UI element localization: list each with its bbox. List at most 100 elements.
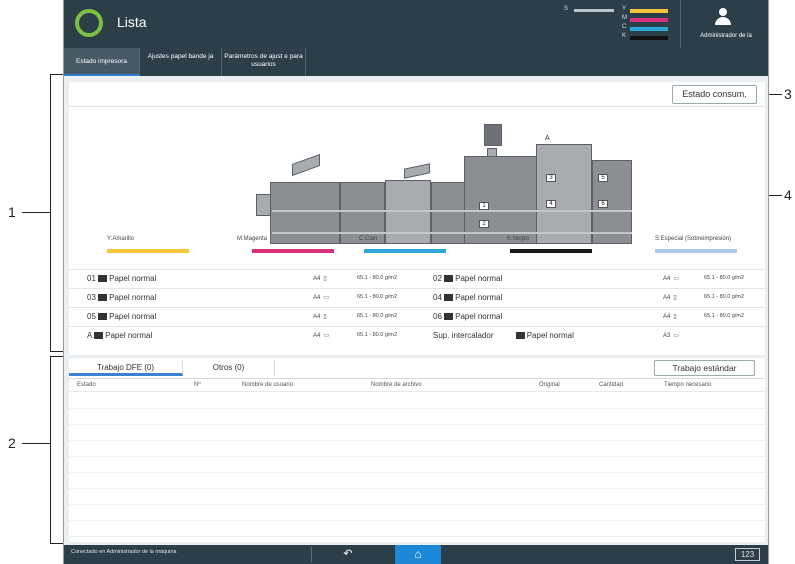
- paper-type-icon: [98, 313, 108, 320]
- paper-orientation-icon: ▯: [673, 314, 677, 320]
- tray-size: A4 ▯: [663, 295, 677, 301]
- paper-orientation-icon: ▭: [323, 333, 330, 339]
- col-tiempo-necesario[interactable]: Tiempo necesario: [664, 382, 711, 388]
- user-name[interactable]: Administrador de la: [684, 33, 768, 39]
- trabajo-estandar-button[interactable]: Trabajo estándar: [654, 360, 755, 376]
- tab-ajustes-papel[interactable]: Ajustes papel bande ja: [140, 48, 222, 76]
- tray-weight: 65.1 - 80.0 g/m2: [357, 332, 398, 338]
- job-row-empty: [69, 409, 765, 425]
- tray-table: 01 Papel normal A4 ▯ 65.1 - 80.0 g/m2 02 Pap…: [69, 269, 765, 345]
- tray-weight: 65.1 - 80.0 g/m2: [704, 294, 745, 300]
- tray-weight: 65.1 - 80.0 g/m2: [704, 313, 745, 319]
- col-estado[interactable]: Estado: [77, 382, 96, 388]
- toner-y-legend: Y:Amarillo: [107, 236, 135, 242]
- keypad-button[interactable]: 123: [735, 548, 760, 561]
- toner-k-legend-bar: [510, 249, 592, 253]
- paper-orientation-icon: ▭: [673, 333, 680, 339]
- tab-trabajo-dfe[interactable]: Trabajo DFE (0): [69, 360, 183, 376]
- job-row-empty: [69, 473, 765, 489]
- job-row-empty: [69, 505, 765, 521]
- tray-weight: 65.1 - 80.0 g/m2: [357, 275, 398, 281]
- printer-module-2: [340, 182, 385, 244]
- tray-paper: Papel normal: [109, 274, 157, 283]
- tray-name[interactable]: Sup. intercalador Papel normal: [433, 331, 574, 340]
- app-title: Lista: [117, 14, 147, 30]
- printer-main-engine: [464, 156, 540, 244]
- device-screen: Lista S Y M C K Administrador de la Esta…: [63, 0, 769, 564]
- tray-weight: 65.1 - 80.0 g/m2: [357, 313, 398, 319]
- tray-name[interactable]: 05 Papel normal: [87, 312, 156, 321]
- tray-name[interactable]: 01 Papel normal: [87, 274, 156, 283]
- tray-name[interactable]: 03 Papel normal: [87, 293, 156, 302]
- paper-type-icon: [94, 332, 104, 339]
- tray-name[interactable]: 04 Papel normal: [433, 293, 502, 302]
- callout-2-leader: [22, 443, 50, 444]
- tray-size: A4 ▭: [313, 295, 330, 301]
- tab-otros[interactable]: Otros (0): [183, 360, 275, 376]
- job-row-empty: [69, 521, 765, 537]
- job-table-header: Estado Nº Nombre de usuario Nombre de ar…: [69, 378, 765, 392]
- printer-illustration[interactable]: A 1 2 3 4 5 6: [254, 124, 634, 249]
- tray-name[interactable]: 02 Papel normal: [433, 274, 502, 283]
- callout-2: 2: [8, 435, 16, 451]
- col-nombre-usuario[interactable]: Nombre de usuario: [242, 382, 293, 388]
- tray-size: A4 ▭: [663, 276, 680, 282]
- home-icon[interactable]: ⌂: [395, 545, 441, 564]
- tray-size: A4 ▯: [313, 314, 327, 320]
- tray-id: Sup. intercalador: [433, 331, 494, 340]
- paper-orientation-icon: ▭: [673, 276, 680, 282]
- job-row-empty: [69, 457, 765, 473]
- divider: [69, 106, 765, 107]
- tray-row: A Papel normal A4 ▭ 65.1 - 80.0 g/m2 Sup. in…: [69, 326, 765, 345]
- tab-parametros-ajuste[interactable]: Parámetros de ajust e para usuarios: [222, 48, 306, 76]
- tray-paper: Papel normal: [109, 293, 157, 302]
- tray-id: 05: [87, 312, 96, 321]
- tray-name[interactable]: 06 Papel normal: [433, 312, 502, 321]
- col-numero[interactable]: Nº: [194, 382, 201, 388]
- col-original[interactable]: Original: [539, 382, 560, 388]
- printer-tray-unit: [536, 144, 592, 244]
- callout-1: 1: [8, 204, 16, 220]
- header-divider: [680, 0, 681, 48]
- paper-type-icon: [444, 313, 454, 320]
- figure-stage: 1 2 3 4 Lista S Y M C K Administrador de…: [0, 0, 795, 564]
- col-cantidad[interactable]: Cantidad: [599, 382, 623, 388]
- estado-consumibles-button[interactable]: Estado consum.: [672, 85, 757, 104]
- toner-c-bar: [630, 27, 668, 31]
- toner-row-k: K: [564, 33, 684, 43]
- tray-a-label: A: [545, 135, 550, 142]
- toner-m-legend: M:Magenta: [237, 236, 268, 242]
- col-nombre-archivo[interactable]: Nombre de archivo: [371, 382, 422, 388]
- printer-status-panel: Estado consum. A 1 2 3 4 5 6 Y:Amarillo …: [69, 82, 765, 355]
- tray-weight: 65.1 - 80.0 g/m2: [357, 294, 398, 300]
- paper-orientation-icon: ▯: [323, 276, 327, 282]
- toner-c-legend: C:Cian: [359, 236, 378, 242]
- tab-estado-impresora[interactable]: Estado impresora: [64, 48, 140, 76]
- tray-paper: Papel normal: [455, 293, 503, 302]
- user-icon[interactable]: [715, 8, 731, 26]
- tray-row: 03 Papel normal A4 ▭ 65.1 - 80.0 g/m2 04 Pap…: [69, 288, 765, 307]
- printer-stripe: [272, 210, 632, 212]
- callout-2-bracket: [50, 356, 51, 543]
- tray-name[interactable]: A Papel normal: [87, 331, 152, 340]
- toner-m-legend-bar: [252, 249, 334, 253]
- tray-size: A4 ▯: [663, 314, 677, 320]
- callout-1-bracket: [50, 74, 51, 351]
- tray-id: 01: [87, 274, 96, 283]
- tray-5-label: 5: [598, 174, 608, 182]
- back-icon[interactable]: ↶: [340, 548, 356, 561]
- toner-level-indicator[interactable]: S Y M C K: [564, 4, 684, 44]
- toner-m-bar: [630, 18, 668, 22]
- printer-stripe-low: [272, 232, 632, 234]
- tray-4-label: 4: [546, 200, 556, 208]
- job-row-empty: [69, 441, 765, 457]
- printer-stacker-tray: [404, 163, 430, 179]
- tray-id: 06: [433, 312, 442, 321]
- printer-finisher: [270, 182, 340, 244]
- paper-type-icon: [515, 332, 525, 339]
- toner-c-letter: C: [622, 24, 627, 30]
- toner-k-letter: K: [622, 33, 627, 39]
- job-row-empty: [69, 489, 765, 505]
- callout-2-bracket-bottom: [50, 543, 64, 544]
- tray-1-label: 1: [479, 202, 489, 210]
